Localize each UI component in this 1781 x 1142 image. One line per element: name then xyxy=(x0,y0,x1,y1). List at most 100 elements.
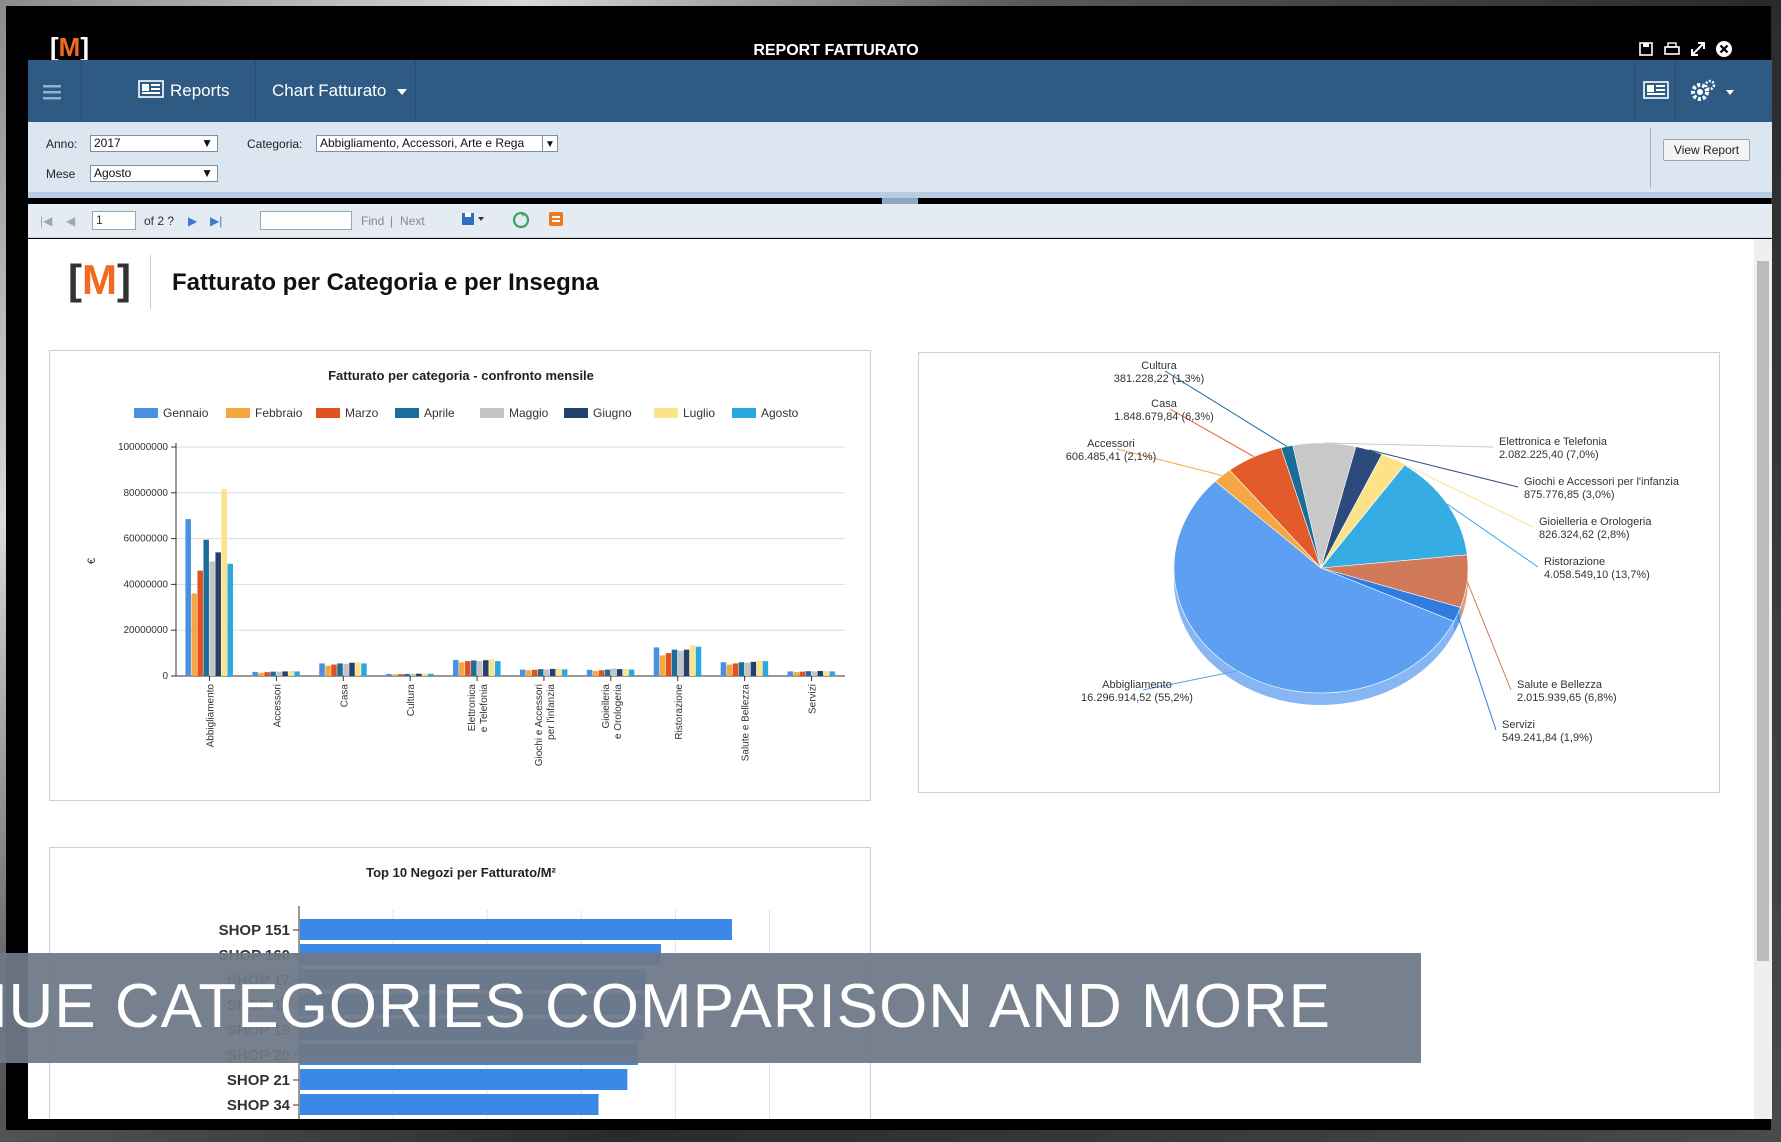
next-page-icon[interactable]: ▶ xyxy=(188,214,197,228)
navbar: Reports Chart Fatturato xyxy=(28,60,1772,122)
bar xyxy=(531,669,538,676)
anno-select[interactable]: 2017 ▼ xyxy=(90,135,218,152)
bar xyxy=(695,646,702,676)
bar xyxy=(598,670,605,676)
bar xyxy=(799,671,806,676)
bar xyxy=(787,671,794,676)
nav-chart-dropdown[interactable]: Chart Fatturato xyxy=(256,60,416,122)
vertical-scrollbar[interactable] xyxy=(1754,239,1772,1119)
bar xyxy=(276,671,282,676)
x-tick-label: Servizi xyxy=(808,684,819,714)
pie-label: Salute e Bellezza xyxy=(1517,679,1603,691)
categoria-value: Abbigliamento, Accessori, Arte e Rega xyxy=(320,136,525,150)
last-page-icon[interactable]: ▶| xyxy=(210,214,222,228)
legend-label: Gennaio xyxy=(163,406,209,420)
y-tick-label: 60000000 xyxy=(124,534,169,545)
find-link[interactable]: Find xyxy=(361,214,384,228)
bar xyxy=(465,661,471,676)
bar xyxy=(671,649,678,676)
scrollbar-thumb[interactable] xyxy=(1757,261,1769,961)
bar xyxy=(665,653,672,676)
bar xyxy=(653,647,660,676)
x-tick-label: Giochi e Accessori xyxy=(534,684,545,766)
report-view-icon[interactable] xyxy=(1634,60,1676,122)
bar xyxy=(288,670,294,676)
bar xyxy=(331,664,337,676)
print-icon[interactable] xyxy=(1663,40,1681,58)
mese-select[interactable]: Agosto ▼ xyxy=(90,165,218,182)
y-tick-label: 80000000 xyxy=(124,488,169,499)
pie-value-label: 606.485,41 (2,1%) xyxy=(1066,451,1157,463)
pie-value-label: 2.015.939,65 (6,8%) xyxy=(1517,692,1617,704)
pie-value-label: 826.324,62 (2,8%) xyxy=(1539,529,1630,541)
bar xyxy=(300,1069,628,1090)
y-tick-label: 0 xyxy=(162,671,168,682)
report-icon xyxy=(138,79,164,104)
bar xyxy=(185,519,191,676)
bar xyxy=(762,661,769,676)
expand-icon[interactable] xyxy=(1689,40,1707,58)
window-controls xyxy=(1637,40,1733,58)
nav-reports-label: Reports xyxy=(170,81,230,100)
settings-gears-icon[interactable] xyxy=(1678,60,1748,122)
data-feed-icon[interactable] xyxy=(548,211,564,230)
categoria-label: Categoria: xyxy=(247,137,303,151)
bar xyxy=(720,662,727,676)
export-icon[interactable] xyxy=(460,210,488,231)
view-report-button[interactable]: View Report xyxy=(1663,139,1750,161)
page-number-input[interactable]: 1 xyxy=(92,211,136,230)
pie-label: Servizi xyxy=(1502,719,1535,731)
report-logo: [M] xyxy=(68,256,131,303)
refresh-icon[interactable] xyxy=(512,211,530,232)
save-icon[interactable] xyxy=(1637,40,1655,58)
bar xyxy=(732,663,739,676)
bar xyxy=(221,489,227,676)
bar xyxy=(203,539,209,676)
find-input[interactable] xyxy=(260,211,352,230)
bar xyxy=(258,672,264,676)
divider xyxy=(1650,128,1651,188)
hamburger-menu-icon[interactable] xyxy=(28,60,82,122)
prev-page-icon[interactable]: ◀ xyxy=(66,214,75,228)
bar xyxy=(197,570,203,676)
category-pie-chart: Elettronica e Telefonia 2.082.225,40 (7,0… xyxy=(918,352,1720,793)
leader-line xyxy=(1466,581,1512,691)
x-tick-label: Accessori xyxy=(272,684,283,727)
pie-label: Abbigliamento xyxy=(1102,679,1172,691)
x-tick-label: per l'infanzia xyxy=(546,684,557,740)
categoria-dropdown-button[interactable]: ▼ xyxy=(542,135,558,152)
anno-label: Anno: xyxy=(46,137,78,151)
nav-reports[interactable]: Reports xyxy=(126,60,256,122)
categoria-select[interactable]: Abbigliamento, Accessori, Arte e Rega xyxy=(316,135,544,152)
x-tick-label: Casa xyxy=(339,684,350,708)
pie-label: Giochi e Accessori per l'infanzia xyxy=(1524,476,1680,488)
x-tick-label: Abbigliamento xyxy=(205,684,216,748)
page-count: of 2 ? xyxy=(144,214,175,228)
next-link[interactable]: Next xyxy=(400,214,425,228)
y-tick-label: SHOP 151 xyxy=(219,922,290,939)
bar xyxy=(555,668,562,676)
divider xyxy=(150,255,151,309)
bar xyxy=(294,671,300,676)
pie-value-label: 875.776,85 (3,0%) xyxy=(1524,489,1615,501)
bar xyxy=(549,668,556,676)
legend-swatch xyxy=(480,408,504,418)
close-icon[interactable] xyxy=(1715,40,1733,58)
bar xyxy=(300,1094,599,1115)
bar xyxy=(744,662,751,676)
bar xyxy=(519,669,526,676)
x-tick-label: Cultura xyxy=(406,684,417,717)
bar xyxy=(823,670,830,676)
bar xyxy=(453,659,459,676)
bar xyxy=(191,593,197,676)
legend-label: Aprile xyxy=(424,406,455,420)
first-page-icon[interactable]: |◀ xyxy=(40,214,52,228)
bar xyxy=(659,655,666,676)
legend-label: Giugno xyxy=(593,406,632,420)
dropdown-arrow-icon: ▼ xyxy=(201,166,213,180)
parameters-panel: Anno: 2017 ▼ Categoria: Abbigliamento, Ac… xyxy=(28,122,1772,204)
bar xyxy=(604,669,611,676)
bar xyxy=(592,670,599,676)
bar xyxy=(811,671,818,676)
bar xyxy=(525,670,532,676)
